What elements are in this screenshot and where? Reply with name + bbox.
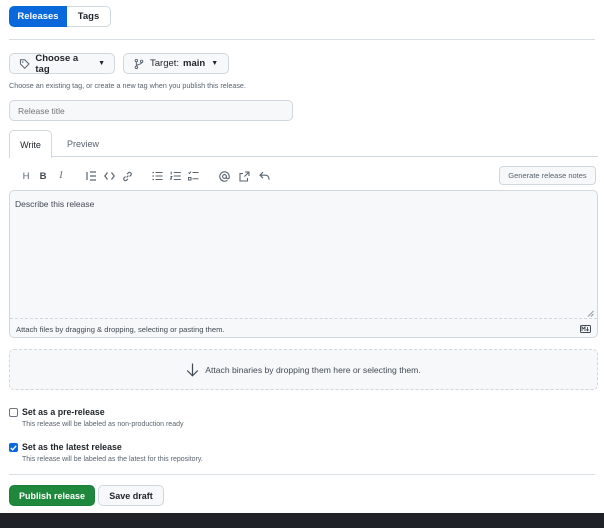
target-branch-button[interactable]: Target: main ▼ (123, 53, 229, 74)
code-icon[interactable] (102, 169, 116, 183)
choose-tag-button[interactable]: Choose a tag ▼ (9, 52, 115, 75)
tag-icon (19, 58, 30, 69)
checkmark-icon (10, 444, 17, 451)
markdown-toolbar: H B I Generate release notes (9, 165, 598, 187)
tab-write[interactable]: Write (9, 130, 52, 158)
chevron-down-icon: ▼ (211, 60, 219, 67)
latest-release-checkbox[interactable] (9, 443, 18, 452)
publish-release-button[interactable]: Publish release (9, 485, 95, 506)
prerelease-label[interactable]: Set as a pre-release (22, 407, 105, 417)
release-description-editor: Describe this release Attach files by dr… (9, 190, 598, 338)
latest-release-option: Set as the latest release (9, 442, 122, 452)
link-icon[interactable] (120, 169, 134, 183)
latest-release-label[interactable]: Set as the latest release (22, 442, 122, 452)
git-branch-icon (134, 58, 144, 69)
release-title-input[interactable] (9, 100, 293, 121)
releases-tags-switch: Releases Tags (9, 6, 111, 27)
arrow-down-icon (187, 363, 199, 377)
actions-divider (9, 474, 595, 475)
unordered-list-icon[interactable] (150, 169, 164, 183)
attach-binaries-dropzone[interactable]: Attach binaries by dropping them here or… (9, 349, 598, 390)
release-description-textarea[interactable]: Describe this release (10, 191, 597, 319)
editor-tabs: Write Preview (9, 130, 598, 158)
latest-release-description: This release will be labeled as the late… (22, 456, 203, 463)
resize-handle-icon[interactable] (587, 310, 594, 317)
save-draft-button[interactable]: Save draft (98, 485, 164, 506)
tags-tab-button[interactable]: Tags (67, 6, 111, 27)
task-list-icon[interactable] (186, 169, 200, 183)
bottom-bar (0, 513, 604, 528)
releases-tab-button[interactable]: Releases (9, 6, 67, 27)
reply-icon[interactable] (257, 169, 271, 183)
prerelease-checkbox[interactable] (9, 408, 18, 417)
ordered-list-icon[interactable] (168, 169, 182, 183)
target-branch-name: main (183, 58, 206, 69)
prerelease-description: This release will be labeled as non-prod… (22, 421, 184, 428)
chevron-down-icon: ▼ (98, 60, 105, 67)
choose-tag-label: Choose a tag (35, 52, 79, 75)
markdown-icon (580, 325, 591, 333)
tag-hint-text: Choose an existing tag, or create a new … (9, 81, 246, 90)
header-divider (9, 39, 595, 40)
generate-release-notes-button[interactable]: Generate release notes (499, 166, 596, 185)
italic-icon[interactable]: I (54, 169, 68, 183)
attach-files-hint[interactable]: Attach files by dragging & dropping, sel… (16, 325, 225, 334)
prerelease-option: Set as a pre-release (9, 407, 105, 417)
cross-reference-icon[interactable] (237, 169, 251, 183)
tab-preview[interactable]: Preview (56, 130, 110, 157)
mention-icon[interactable] (217, 169, 231, 183)
quote-icon[interactable] (84, 169, 98, 183)
attach-binaries-label: Attach binaries by dropping them here or… (205, 364, 421, 375)
target-prefix: Target: (150, 58, 180, 69)
heading-icon[interactable]: H (19, 169, 33, 183)
bold-icon[interactable]: B (36, 169, 50, 183)
